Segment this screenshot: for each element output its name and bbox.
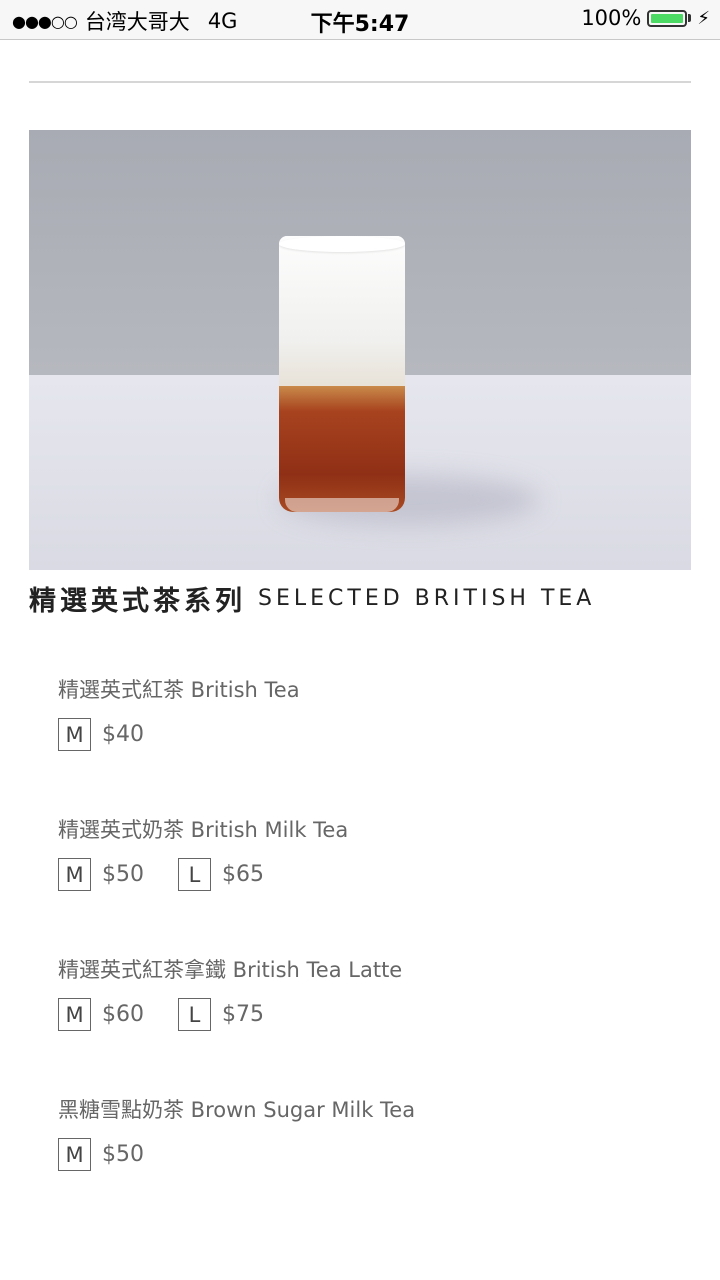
divider: [29, 81, 691, 83]
size-badge: M: [58, 1138, 91, 1171]
size-badge: L: [178, 998, 211, 1031]
price-option: L $75: [178, 998, 264, 1031]
section-title-chinese: 精選英式茶系列: [29, 585, 246, 617]
price-value: $50: [102, 862, 144, 887]
battery-cap: [688, 14, 692, 22]
size-badge: M: [58, 998, 91, 1031]
price-option: M $40: [58, 718, 144, 751]
battery-fill: [651, 13, 684, 23]
price-options: M $60 L $75: [58, 998, 678, 1031]
battery-icon: [647, 9, 688, 27]
size-badge: L: [178, 858, 211, 891]
status-bar: ●●●○○ 台湾大哥大 4G 下午5:47 100% ⚡︎: [0, 0, 720, 40]
menu-list: 精選英式紅茶 British Tea M $40 精選英式奶茶 British …: [58, 670, 678, 1230]
price-value: $50: [102, 1142, 144, 1167]
menu-item-name: 黑糖雪點奶茶 Brown Sugar Milk Tea: [58, 1098, 416, 1122]
menu-item: 精選英式紅茶拿鐵 British Tea Latte M $60 L $75: [58, 950, 678, 1090]
milk-foam-layer: [279, 236, 405, 386]
charging-bolt-icon: ⚡︎: [697, 7, 710, 29]
size-badge: M: [58, 718, 91, 751]
price-option: M $50: [58, 858, 144, 891]
price-value: $65: [222, 862, 264, 887]
section-heading: 精選英式茶系列 SELECTED BRITISH TEA: [29, 578, 595, 618]
milk-tea-glass: [279, 236, 405, 512]
glass-rim: [279, 236, 405, 252]
section-title-english: SELECTED BRITISH TEA: [258, 585, 596, 611]
status-right: 100% ⚡︎: [581, 6, 710, 30]
price-option: M $50: [58, 1138, 144, 1171]
glass-base: [285, 498, 399, 512]
size-badge: M: [58, 858, 91, 891]
menu-item: 黑糖雪點奶茶 Brown Sugar Milk Tea M $50: [58, 1090, 678, 1230]
price-options: M $40: [58, 718, 678, 751]
menu-item: 精選英式奶茶 British Milk Tea M $50 L $65: [58, 810, 678, 950]
battery-percent: 100%: [581, 6, 642, 30]
price-option: L $65: [178, 858, 264, 891]
price-value: $60: [102, 1002, 144, 1027]
price-value: $40: [102, 722, 144, 747]
menu-item-name: 精選英式奶茶 British Milk Tea: [58, 818, 349, 842]
price-option: M $60: [58, 998, 144, 1031]
price-value: $75: [222, 1002, 264, 1027]
menu-item: 精選英式紅茶 British Tea M $40: [58, 670, 678, 810]
menu-item-name: 精選英式紅茶拿鐵 British Tea Latte: [58, 958, 403, 982]
price-options: M $50: [58, 1138, 678, 1171]
tea-layer: [279, 386, 405, 512]
price-options: M $50 L $65: [58, 858, 678, 891]
product-photo: [29, 130, 691, 570]
menu-item-name: 精選英式紅茶 British Tea: [58, 678, 300, 702]
